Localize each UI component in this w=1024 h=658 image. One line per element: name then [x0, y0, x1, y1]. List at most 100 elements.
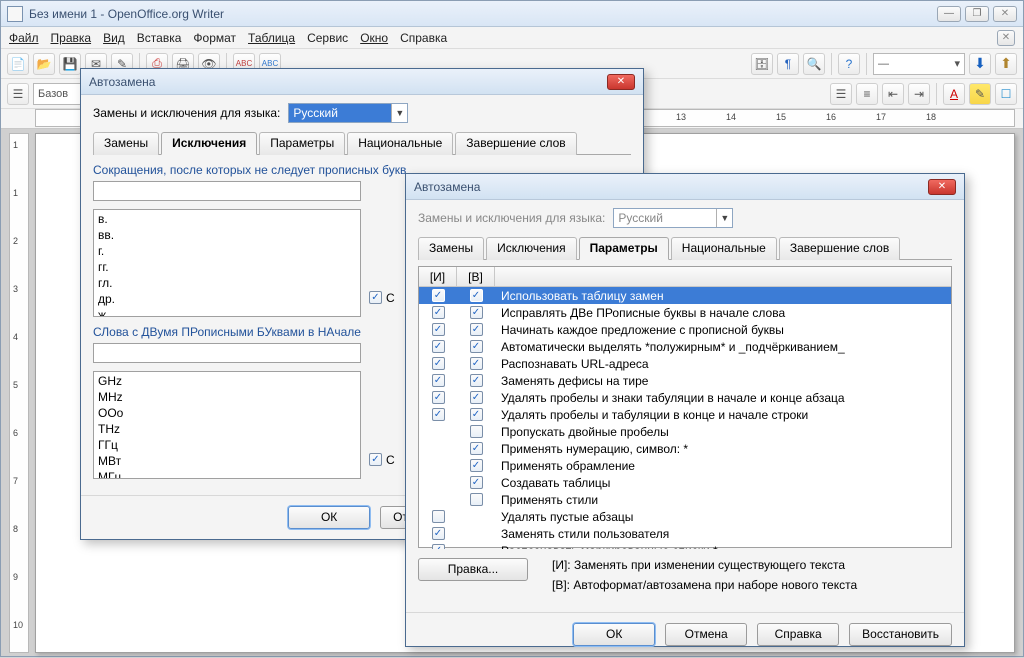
checkbox-i[interactable] — [432, 544, 445, 549]
option-row[interactable]: Применять стили — [419, 491, 951, 508]
list-num-icon[interactable]: ≡ — [856, 83, 878, 105]
option-row[interactable]: Начинать каждое предложение с прописной … — [419, 321, 951, 338]
list-item[interactable]: ж. — [96, 307, 358, 317]
list-item[interactable]: г. — [96, 243, 358, 259]
menu-help[interactable]: Справка — [400, 31, 447, 45]
checkbox-b[interactable] — [470, 391, 483, 404]
tab-localized[interactable]: Национальные — [347, 132, 453, 155]
dialog-close-button[interactable]: ✕ — [607, 74, 635, 90]
nav-combo[interactable]: — — [873, 53, 965, 75]
tab-replacements[interactable]: Замены — [93, 132, 159, 155]
zoom-icon[interactable]: 🔍 — [803, 53, 825, 75]
tab-exceptions[interactable]: Исключения — [161, 132, 257, 155]
list-item[interactable]: МВт — [96, 453, 358, 469]
column-header-text[interactable] — [495, 267, 951, 286]
menu-insert[interactable]: Вставка — [137, 31, 182, 45]
dialog-titlebar[interactable]: Автозамена ✕ — [406, 174, 964, 200]
option-row[interactable]: Удалять пустые абзацы — [419, 508, 951, 525]
tab-localized[interactable]: Национальные — [671, 237, 777, 260]
checkbox-b[interactable] — [470, 442, 483, 455]
new-doc-icon[interactable]: 📄 — [7, 53, 29, 75]
doc-close-button[interactable]: ✕ — [997, 30, 1015, 46]
checkbox-b[interactable] — [470, 459, 483, 472]
option-row[interactable]: Заменять стили пользователя — [419, 525, 951, 542]
tab-word-completion[interactable]: Завершение слов — [455, 132, 576, 155]
dialog-close-button[interactable]: ✕ — [928, 179, 956, 195]
list-item[interactable]: др. — [96, 291, 358, 307]
list-item[interactable]: вв. — [96, 227, 358, 243]
menu-window[interactable]: Окно — [360, 31, 388, 45]
data-source-icon[interactable]: 🗄 — [751, 53, 773, 75]
indent-more-icon[interactable]: ⇥ — [908, 83, 930, 105]
option-row[interactable]: Удалять пробелы и знаки табуляции в нача… — [419, 389, 951, 406]
checkbox-i[interactable] — [432, 408, 445, 421]
checkbox-b[interactable] — [470, 476, 483, 489]
dialog-titlebar[interactable]: Автозамена ✕ — [81, 69, 643, 95]
option-row[interactable]: Распознавать маркированные списки * — [419, 542, 951, 549]
list-bullet-icon[interactable]: ☰ — [830, 83, 852, 105]
help-button[interactable]: Справка — [757, 623, 839, 646]
column-header-b[interactable]: [В] — [457, 267, 495, 286]
save-icon[interactable]: 💾 — [59, 53, 81, 75]
checkbox-i[interactable] — [432, 527, 445, 540]
checkbox-b[interactable] — [470, 306, 483, 319]
menu-tools[interactable]: Сервис — [307, 31, 348, 45]
menu-table[interactable]: Таблица — [248, 31, 295, 45]
checkbox-b[interactable] — [470, 289, 483, 302]
list-item[interactable]: THz — [96, 421, 358, 437]
maximize-button[interactable]: ❐ — [965, 6, 989, 22]
tab-exceptions[interactable]: Исключения — [486, 237, 577, 260]
abbrev-list[interactable]: в. вв. г. гг. гл. др. ж. — [93, 209, 361, 317]
autoinclude-checkbox-2[interactable]: С — [369, 453, 395, 467]
indent-less-icon[interactable]: ⇤ — [882, 83, 904, 105]
checkbox-b[interactable] — [470, 374, 483, 387]
list-item[interactable]: МГц — [96, 469, 358, 479]
checkbox-i[interactable] — [432, 357, 445, 370]
checkbox-b[interactable] — [470, 323, 483, 336]
language-select[interactable]: Русский ▼ — [288, 103, 408, 123]
list-item[interactable]: ГГц — [96, 437, 358, 453]
tab-options[interactable]: Параметры — [259, 132, 345, 155]
option-row[interactable]: Удалять пробелы и табуляции в конце и на… — [419, 406, 951, 423]
twocaps-input[interactable] — [93, 343, 361, 363]
ok-button[interactable]: ОК — [573, 623, 655, 646]
tab-word-completion[interactable]: Завершение слов — [779, 237, 900, 260]
checkbox-b[interactable] — [470, 340, 483, 353]
menu-format[interactable]: Формат — [193, 31, 236, 45]
option-row[interactable]: Автоматически выделять *полужирным* и _п… — [419, 338, 951, 355]
menu-view[interactable]: Вид — [103, 31, 125, 45]
list-item[interactable]: MHz — [96, 389, 358, 405]
checkbox-b[interactable] — [470, 408, 483, 421]
ok-button[interactable]: ОК — [288, 506, 370, 529]
option-row[interactable]: Исправлять ДВе ПРописные буквы в начале … — [419, 304, 951, 321]
open-icon[interactable]: 📂 — [33, 53, 55, 75]
checkbox-b[interactable] — [470, 493, 483, 506]
autoinclude-checkbox-1[interactable]: С — [369, 291, 395, 305]
checkbox-b[interactable] — [470, 425, 483, 438]
help-icon[interactable]: ? — [838, 53, 860, 75]
close-button[interactable]: ✕ — [993, 6, 1017, 22]
option-row[interactable]: Применять нумерацию, символ: * — [419, 440, 951, 457]
menu-file[interactable]: Файл — [9, 31, 39, 45]
arrow-down-icon[interactable]: ⬇ — [969, 53, 991, 75]
styles-dialog-icon[interactable]: ☰ — [7, 83, 29, 105]
options-list[interactable]: Использовать таблицу заменИсправлять ДВе… — [419, 287, 951, 549]
bg-color-icon[interactable]: ☐ — [995, 83, 1017, 105]
arrow-up-icon[interactable]: ⬆ — [995, 53, 1017, 75]
checkbox-i[interactable] — [432, 340, 445, 353]
list-item[interactable]: GHz — [96, 373, 358, 389]
menu-edit[interactable]: Правка — [51, 31, 92, 45]
font-color-icon[interactable]: A — [943, 83, 965, 105]
highlight-icon[interactable]: ✎ — [969, 83, 991, 105]
tab-options[interactable]: Параметры — [579, 237, 669, 260]
checkbox-i[interactable] — [432, 510, 445, 523]
list-item[interactable]: гл. — [96, 275, 358, 291]
minimize-button[interactable]: — — [937, 6, 961, 22]
option-row[interactable]: Применять обрамление — [419, 457, 951, 474]
checkbox-b[interactable] — [470, 357, 483, 370]
option-row[interactable]: Заменять дефисы на тире — [419, 372, 951, 389]
option-row[interactable]: Создавать таблицы — [419, 474, 951, 491]
ruler-vertical[interactable]: 1 1 2 3 4 5 6 7 8 9 10 — [9, 133, 29, 653]
reset-button[interactable]: Восстановить — [849, 623, 952, 646]
checkbox-i[interactable] — [432, 391, 445, 404]
